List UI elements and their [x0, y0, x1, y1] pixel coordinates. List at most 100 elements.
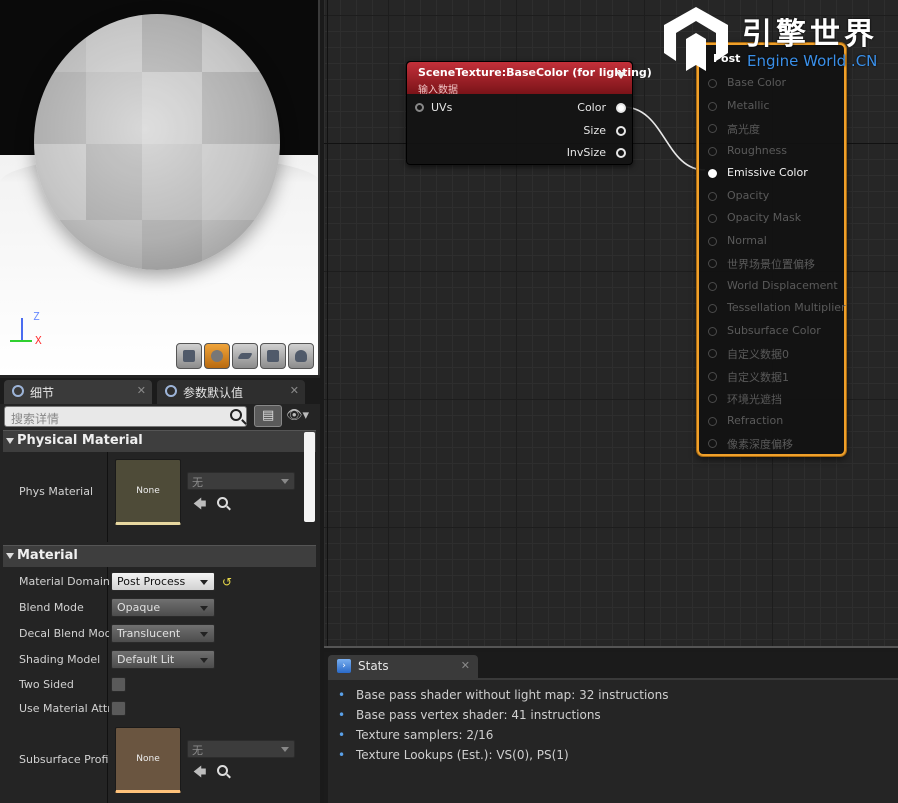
preview-sphere	[34, 14, 280, 270]
result-input-pin[interactable]	[708, 214, 717, 223]
search-icon	[230, 409, 242, 421]
result-input-pin[interactable]	[708, 281, 717, 291]
shading-model-dropdown[interactable]: Default Lit	[111, 650, 215, 669]
input-pin-uvs[interactable]	[415, 103, 424, 112]
output-pin-invsize[interactable]	[616, 148, 626, 158]
axis-x-label: X	[35, 334, 42, 347]
result-input-pin[interactable]	[708, 191, 717, 201]
tab-details[interactable]: 细节 ✕	[4, 380, 152, 404]
collapse-arrow-icon[interactable]	[616, 72, 626, 79]
stat-line: Base pass vertex shader: 41 instructions	[338, 708, 601, 722]
details-scrollbar[interactable]	[304, 432, 315, 522]
engine-world-logo-mark	[664, 7, 728, 71]
stat-line: Texture Lookups (Est.): VS(0), PS(1)	[338, 748, 569, 762]
browse-asset-search-icon[interactable]	[217, 765, 228, 776]
use-selected-arrow-icon[interactable]: 🡄	[193, 495, 206, 517]
stat-line: Base pass shader without light map: 32 i…	[338, 688, 668, 702]
section-physical-material[interactable]: Physical Material	[3, 430, 316, 452]
view-options-grid-button[interactable]	[254, 405, 282, 427]
subsurface-profile-thumbnail[interactable]: None	[115, 727, 181, 793]
phys-material-thumb-label: None	[136, 486, 160, 496]
material-preview-viewport[interactable]: Z X	[0, 0, 320, 375]
material-result-node[interactable]: Post Base Color Metallic 高光度 Roughness Emiss…	[697, 43, 846, 456]
details-search-row: 搜索详情 👁▾	[4, 405, 316, 428]
engine-world-logo: 引擎世界 Engine World .CN	[656, 5, 896, 73]
result-input-pin[interactable]	[708, 349, 717, 358]
scene-texture-node-header[interactable]: SceneTexture:BaseColor (for lighting) 输入…	[407, 62, 652, 96]
result-pin-label: Tessellation Multiplier	[727, 301, 846, 314]
result-input-pin[interactable]	[708, 439, 717, 448]
result-pin-label: Metallic	[727, 98, 770, 112]
sphere-preview-icon[interactable]	[204, 343, 230, 369]
eye-visibility-icon[interactable]: 👁▾	[286, 408, 309, 423]
result-pin-label: 像素深度偏移	[727, 438, 793, 451]
tab-stats-label: Stats	[358, 659, 389, 673]
search-placeholder: 搜索详情	[11, 412, 60, 426]
phys-material-asset-dropdown[interactable]: 无	[187, 472, 295, 490]
result-pin-label: Opacity	[727, 188, 770, 202]
close-icon[interactable]: ✕	[137, 384, 146, 397]
tab-stats[interactable]: › Stats ✕	[328, 655, 478, 678]
result-input-pin[interactable]	[708, 394, 717, 403]
graph-border	[324, 646, 898, 648]
result-input-pin[interactable]	[708, 101, 717, 111]
material-domain-dropdown[interactable]: Post Process	[111, 572, 215, 591]
section-material[interactable]: Material	[3, 545, 316, 567]
browse-asset-search-icon[interactable]	[217, 497, 228, 508]
output-pin-color[interactable]	[616, 103, 626, 113]
scene-texture-node[interactable]: SceneTexture:BaseColor (for lighting) 输入…	[406, 61, 652, 165]
scene-texture-node-subtitle: 输入数据	[418, 85, 458, 96]
result-pin-label: 自定义数据1	[727, 370, 789, 384]
graph-origin-line-vertical	[327, 0, 328, 648]
axis-z-label: Z	[33, 310, 40, 323]
result-pin-label: Opacity Mask	[727, 211, 802, 224]
two-sided-checkbox[interactable]	[111, 677, 126, 692]
decal-blend-mode-label: Decal Blend Mode	[19, 627, 109, 640]
output-pin-size[interactable]	[616, 126, 626, 136]
result-input-pin[interactable]	[708, 326, 717, 336]
details-icon	[12, 385, 24, 397]
logo-chinese-text: 引擎世界	[742, 17, 878, 52]
result-input-pin[interactable]	[708, 371, 717, 381]
result-input-pin[interactable]	[708, 146, 717, 156]
result-input-pin[interactable]	[708, 124, 717, 133]
cylinder-preview-icon[interactable]	[176, 343, 202, 369]
decal-blend-mode-dropdown[interactable]: Translucent	[111, 624, 215, 643]
details-icon	[165, 385, 177, 397]
result-input-pin[interactable]	[708, 169, 717, 178]
pin-label-uvs: UVs	[431, 101, 453, 114]
blend-mode-dropdown[interactable]: Opaque	[111, 598, 215, 617]
reset-to-default-icon[interactable]: ↺	[222, 575, 232, 589]
use-material-attributes-checkbox[interactable]	[111, 701, 126, 716]
teapot-preview-icon[interactable]	[288, 343, 314, 369]
result-pin-label: World Displacement	[727, 278, 838, 292]
tab-parameter-defaults[interactable]: 参数默认值 ✕	[157, 380, 305, 404]
phys-material-label: Phys Material	[19, 485, 94, 498]
section-physical-material-title: Physical Material	[17, 433, 143, 448]
blend-mode-label: Blend Mode	[19, 601, 84, 614]
result-pin-label: 世界场景位置偏移	[727, 258, 815, 271]
tab-parameter-defaults-label: 参数默认值	[183, 386, 244, 400]
tab-details-label: 细节	[30, 386, 55, 400]
result-pin-label: Base Color	[727, 76, 787, 89]
close-icon[interactable]: ✕	[461, 659, 470, 672]
decal-blend-mode-value: Translucent	[117, 627, 181, 640]
cube-preview-icon[interactable]	[260, 343, 286, 369]
stats-icon: ›	[337, 659, 351, 673]
plane-preview-icon[interactable]	[232, 343, 258, 369]
stats-body: Base pass shader without light map: 32 i…	[328, 678, 898, 803]
subsurface-profile-asset-dropdown[interactable]: 无	[187, 740, 295, 758]
stat-line: Texture samplers: 2/16	[338, 728, 493, 742]
details-tabbar: 细节 ✕ 参数默认值 ✕	[0, 378, 320, 404]
result-input-pin[interactable]	[708, 79, 717, 88]
result-input-pin[interactable]	[708, 259, 717, 268]
search-input[interactable]: 搜索详情	[4, 406, 247, 427]
result-input-pin[interactable]	[708, 416, 717, 426]
pin-label-size: Size	[583, 124, 606, 137]
close-icon[interactable]: ✕	[290, 384, 299, 397]
result-input-pin[interactable]	[708, 304, 717, 313]
phys-material-thumbnail[interactable]: None	[115, 459, 181, 525]
use-selected-arrow-icon[interactable]: 🡄	[193, 763, 206, 785]
result-pin-label: Normal	[727, 233, 767, 247]
result-input-pin[interactable]	[708, 236, 717, 246]
